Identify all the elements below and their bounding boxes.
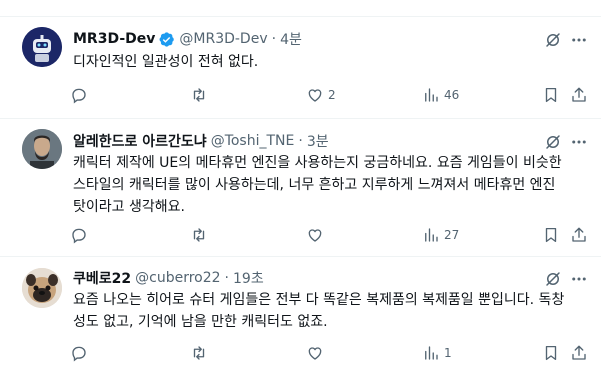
separator-dot: · [271,31,277,47]
retweet-button[interactable] [190,342,212,364]
like-button[interactable]: 2 [306,84,336,106]
timestamp[interactable]: 19초 [233,268,264,288]
share-button[interactable] [570,342,588,364]
bookmark-icon [545,87,557,103]
views-button[interactable]: 1 [422,342,452,364]
views-chart-icon [425,346,438,360]
reply-icon [72,346,86,362]
tweet-header: 쿠베로22 @cuberro22 · 19초 [73,268,264,288]
verified-badge-icon [159,31,175,47]
tweet[interactable]: MR3D-Dev @MR3D-Dev · 4분 디자인적인 일관성이 전혀 없다… [0,17,601,119]
share-button[interactable] [570,84,588,106]
bookmark-button[interactable] [542,342,560,364]
reply-icon [72,228,86,244]
person-photo-avatar-icon [22,129,62,169]
tweet-text: 요즘 나오는 히어로 슈터 게임들은 전부 다 똑같은 복제품의 복제품일 뿐입… [73,292,565,330]
views-button[interactable]: 46 [422,84,459,106]
author-name[interactable]: MR3D-Dev [73,31,155,47]
heart-icon [308,89,322,102]
tweet-header: MR3D-Dev @MR3D-Dev · 4분 [73,29,302,49]
more-options-icon[interactable] [570,31,588,49]
separator-dot: · [298,133,303,149]
views-button[interactable]: 27 [422,224,459,246]
reply-button[interactable] [70,224,92,246]
views-chart-icon [425,228,438,242]
bookmark-icon [545,227,557,243]
retweet-button[interactable] [190,224,212,246]
grok-icon[interactable] [544,270,562,288]
avatar[interactable] [22,129,62,169]
view-count: 1 [444,346,452,360]
views-chart-icon [425,88,438,102]
author-handle[interactable]: @cuberro22 [135,270,220,286]
tweet-text: 캐릭터 제작에 UE의 메타휴먼 엔진을 사용하는지 궁금하네요. 요즘 게임들… [73,155,562,215]
reply-button[interactable] [70,342,92,364]
author-name[interactable]: 쿠베로22 [73,268,131,288]
retweet-icon [193,88,205,102]
separator-dot: · [224,270,229,286]
avatar[interactable] [22,27,62,67]
timestamp[interactable]: 3분 [307,131,329,151]
pug-dog-avatar-icon [22,268,62,308]
like-button[interactable] [306,224,328,246]
view-count: 46 [444,88,460,102]
share-icon [572,227,586,242]
retweet-button[interactable] [190,84,212,106]
retweet-icon [193,228,205,242]
reply-button[interactable] [70,84,92,106]
retweet-icon [193,346,205,360]
tweet-actions: 1 [64,342,596,364]
author-handle[interactable]: @Toshi_TNE [211,133,295,149]
share-icon [572,87,586,102]
like-count: 2 [328,88,336,102]
grok-icon[interactable] [544,133,562,151]
tweet-header: 알레한드로 아르간도냐 @Toshi_TNE · 3분 [73,131,329,151]
avatar[interactable] [22,268,62,308]
tweet-text: 디자인적인 일관성이 전혀 없다. [73,54,259,70]
bookmark-button[interactable] [542,84,560,106]
bookmark-button[interactable] [542,224,560,246]
heart-icon [308,347,322,360]
more-options-icon[interactable] [570,133,588,151]
more-options-icon[interactable] [570,270,588,288]
tweet-actions: 2 46 [64,84,596,106]
tweet-actions: 27 [64,224,596,246]
reply-icon [72,88,86,104]
share-button[interactable] [570,224,588,246]
heart-icon [308,229,322,242]
robot-avatar-icon [22,27,62,67]
previous-tweet-edge [0,0,601,17]
share-icon [572,345,586,360]
grok-icon[interactable] [544,31,562,49]
author-handle[interactable]: @MR3D-Dev [179,31,267,47]
timestamp[interactable]: 4분 [280,29,302,49]
like-button[interactable] [306,342,328,364]
bookmark-icon [545,345,557,361]
author-name[interactable]: 알레한드로 아르간도냐 [73,131,207,151]
view-count: 27 [444,228,460,242]
tweet[interactable]: 쿠베로22 @cuberro22 · 19초 요즘 나오는 히어로 슈터 게임들… [0,257,601,378]
tweet[interactable]: 알레한드로 아르간도냐 @Toshi_TNE · 3분 캐릭터 제작에 UE의 … [0,119,601,257]
